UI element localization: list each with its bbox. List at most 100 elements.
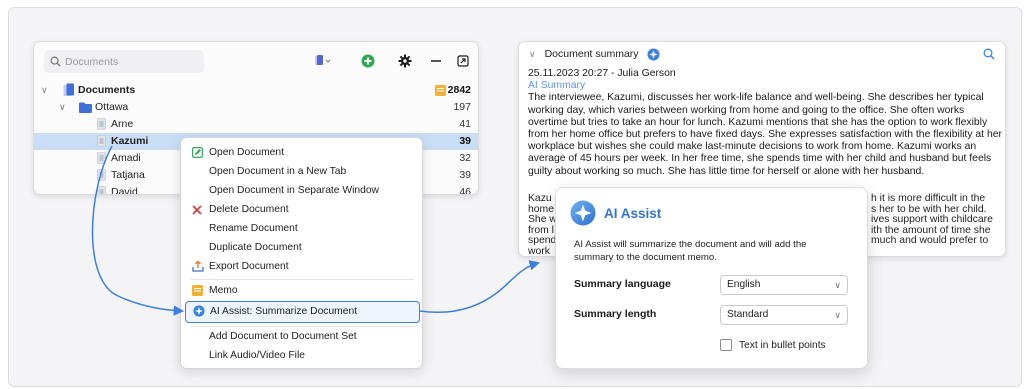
tree-item-label: Arne [111, 118, 134, 130]
menu-item-open-new-tab[interactable]: Open Document in a New Tab [181, 162, 424, 181]
summary-fragment: h it is more difficult in the [871, 193, 986, 204]
summary-fragment: ives support with childcare [871, 214, 993, 225]
tree-item-count: 39 [459, 169, 471, 181]
minimize-button[interactable] [430, 51, 442, 71]
text-document-icon [97, 118, 106, 130]
new-document-button[interactable] [314, 51, 332, 71]
context-menu: Open Document Open Document in a New Tab… [180, 137, 423, 369]
bullet-points-checkbox[interactable] [720, 339, 732, 351]
menu-item-label: Duplicate Document [209, 242, 302, 253]
summary-language-select[interactable]: English ∨ [720, 275, 848, 295]
bullet-points-option[interactable]: Text in bullet points [720, 339, 826, 351]
tree-item-count: 46 [459, 186, 471, 195]
menu-item-export-document[interactable]: Export Document [181, 257, 424, 276]
chevron-down-icon[interactable]: ∨ [529, 47, 536, 61]
menu-item-label: Open Document in Separate Window [209, 185, 379, 196]
menu-item-open-separate-window[interactable]: Open Document in Separate Window [181, 181, 424, 200]
ai-dialog-description: AI Assist will summarize the document an… [574, 239, 807, 263]
menu-item-link-audio-video[interactable]: Link Audio/Video File [181, 346, 424, 365]
summary-fragment: spend [528, 235, 557, 246]
summary-length-label: Summary length [574, 308, 657, 320]
tree-item-ottawa[interactable]: ∨ Ottawa 197 [34, 99, 478, 116]
bullet-points-label: Text in bullet points [739, 339, 826, 351]
menu-item-label: Link Audio/Video File [209, 350, 305, 361]
ai-dialog-header: AI Assist [570, 200, 661, 226]
settings-button[interactable] [398, 51, 412, 71]
tree-item-arne[interactable]: Arne 41 [34, 116, 478, 133]
text-document-icon [97, 186, 106, 194]
document-set-icon [63, 83, 74, 96]
ai-summary-label: AI Summary [528, 80, 586, 92]
menu-item-label: Open Document [209, 147, 284, 158]
add-icon [361, 54, 375, 68]
new-document-icon [315, 55, 331, 65]
tree-item-count: 41 [459, 118, 471, 130]
tree-item-count: 32 [459, 152, 471, 164]
tree-item-documents[interactable]: ∨ Documents 2842 [34, 82, 478, 99]
menu-item-memo[interactable]: Memo [181, 281, 424, 300]
menu-item-label: AI Assist: Summarize Document [210, 306, 358, 317]
documents-search[interactable] [44, 50, 204, 73]
export-icon [192, 260, 204, 272]
summary-meta: 25.11.2023 20:27 - Julia Gerson [528, 68, 676, 79]
ai-assist-icon [193, 305, 205, 317]
minimize-icon [431, 60, 441, 62]
chevron-down-icon: ∨ [834, 280, 841, 290]
summary-fragment: much and would prefer to [871, 235, 989, 246]
menu-item-rename-document[interactable]: Rename Document [181, 219, 424, 238]
summary-length-value: Standard [727, 309, 769, 320]
menu-item-label: Add Document to Document Set [209, 331, 357, 342]
text-document-icon [97, 152, 106, 164]
ai-assist-dialog: AI Assist AI Assist will summarize the d… [555, 187, 868, 369]
summary-language-label: Summary language [574, 278, 671, 290]
gear-icon [398, 54, 412, 68]
summary-partial-left: Kazu home She w from l spend work [528, 193, 557, 257]
menu-item-ai-summarize[interactable]: AI Assist: Summarize Document [185, 301, 420, 323]
search-icon [50, 56, 61, 67]
summary-header[interactable]: ∨ Document summary [529, 47, 660, 61]
text-document-icon [97, 135, 106, 147]
tree-item-count: 197 [453, 101, 471, 113]
add-button[interactable] [361, 51, 375, 71]
menu-item-label: Export Document [209, 261, 289, 272]
tree-item-label: Ottawa [95, 101, 129, 113]
ai-assist-icon [570, 200, 596, 226]
memo-icon [435, 85, 446, 96]
tree-item-count: 2842 [447, 84, 471, 96]
summary-paragraph: The interviewee, Kazumi, discusses her w… [528, 92, 1002, 177]
summary-partial-right: h it is more difficult in the s her to b… [871, 193, 993, 247]
menu-item-label: Rename Document [209, 223, 298, 234]
tree-item-label: Tatjana [111, 169, 145, 181]
tree-item-label: Amadi [111, 152, 141, 164]
menu-item-label: Memo [209, 285, 238, 296]
tree-item-count: 39 [459, 135, 471, 147]
summary-length-select[interactable]: Standard ∨ [720, 305, 848, 325]
tree-item-label: Kazumi [111, 135, 149, 147]
text-document-icon [97, 169, 106, 181]
menu-separator [191, 279, 414, 280]
menu-item-delete-document[interactable]: Delete Document [181, 200, 424, 219]
chevron-down-icon[interactable]: ∨ [41, 82, 48, 99]
summary-body: 25.11.2023 20:27 - Julia Gerson AI Summa… [528, 68, 1002, 190]
search-icon[interactable] [983, 48, 995, 60]
chevron-down-icon[interactable]: ∨ [59, 99, 66, 116]
menu-item-add-to-document-set[interactable]: Add Document to Document Set [181, 327, 424, 346]
chevron-down-icon: ∨ [834, 310, 841, 320]
edit-document-icon [192, 147, 203, 158]
summary-fragment: work [528, 245, 550, 257]
menu-item-label: Delete Document [209, 204, 289, 215]
tree-item-label: David [111, 186, 138, 195]
menu-item-duplicate-document[interactable]: Duplicate Document [181, 238, 424, 257]
ai-dialog-title: AI Assist [604, 205, 662, 221]
ai-assist-icon [647, 47, 660, 61]
popout-button[interactable] [457, 51, 469, 71]
popout-icon [457, 55, 469, 67]
menu-item-open-document[interactable]: Open Document [181, 143, 424, 162]
search-input[interactable] [65, 55, 195, 68]
tree-item-label: Documents [78, 84, 136, 96]
summary-fragment: She w [528, 214, 557, 225]
memo-icon [192, 285, 203, 296]
menu-item-label: Open Document in a New Tab [209, 166, 347, 177]
summary-language-value: English [727, 279, 761, 290]
folder-icon [79, 102, 92, 113]
